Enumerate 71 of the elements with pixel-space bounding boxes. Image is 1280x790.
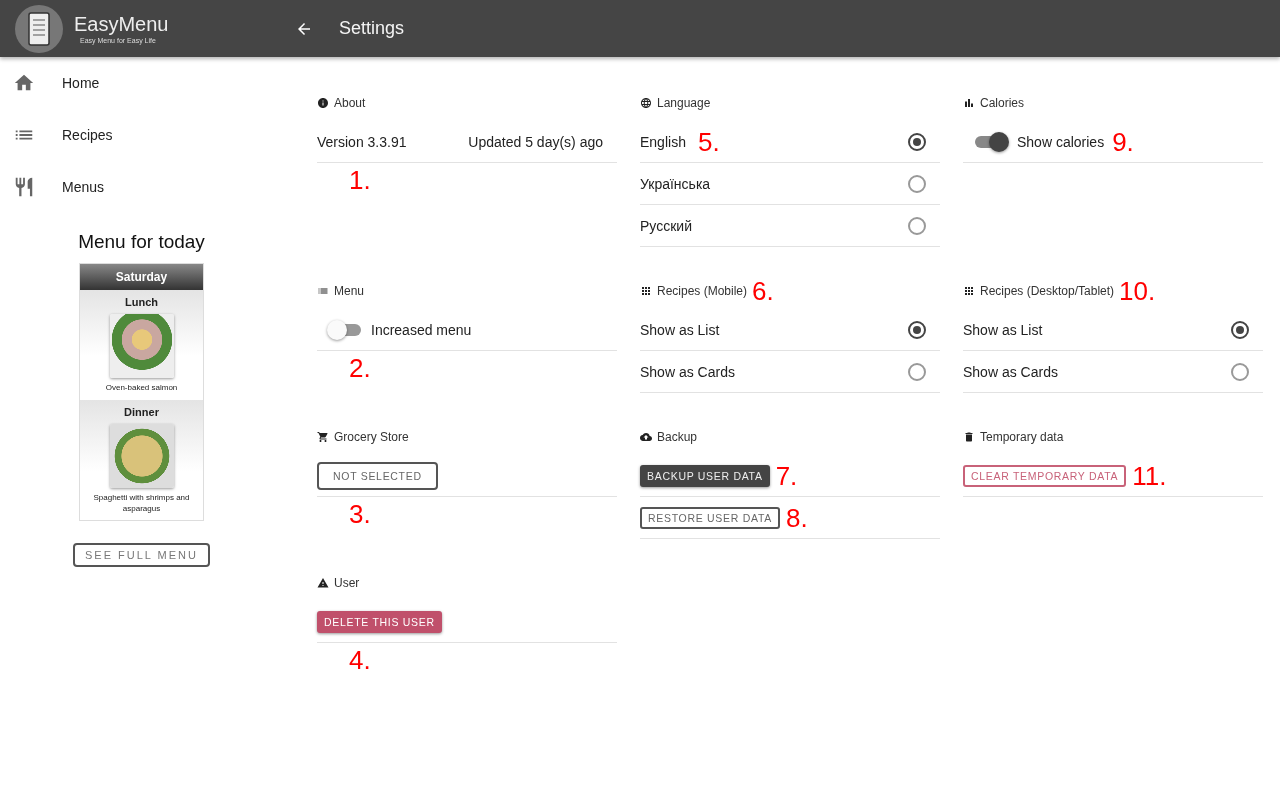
annotation-number: 5. [697, 128, 720, 155]
day-header: Saturday [80, 264, 203, 290]
menu-scroll-logo-icon [14, 3, 64, 54]
nav-item[interactable]: Menus [0, 161, 283, 213]
action-button[interactable]: BACKUP USER DATA [640, 464, 770, 487]
action-button[interactable]: RESTORE USER DATA [640, 506, 780, 529]
cart-icon [317, 431, 329, 443]
nav-item[interactable]: Recipes [0, 109, 283, 161]
globe-icon [640, 97, 652, 109]
photo-placeholder [109, 314, 174, 378]
menu-heading: Menu for today [78, 231, 205, 253]
app-name: EasyMenu [74, 13, 169, 36]
section-title: Menu [334, 284, 365, 298]
toggle-label: Increased menu [371, 321, 472, 338]
see-full-menu-button[interactable]: SEE FULL MENU [73, 543, 210, 568]
option-label: Show as Cards [640, 363, 735, 380]
annotation-number: 4. [349, 645, 371, 675]
annotation-number: 1. [349, 165, 371, 195]
section-title: Recipes (Mobile) [657, 284, 748, 298]
radio-button[interactable] [1231, 362, 1249, 381]
section-title: Calories [980, 96, 1024, 110]
radio-button[interactable] [908, 132, 926, 151]
meal-name: Dinner [124, 405, 159, 418]
grid-icon [640, 285, 652, 297]
section-title: About [334, 96, 366, 110]
dish-name: Spaghetti with shrimps and asparagus [92, 492, 191, 515]
section-title: Backup [657, 430, 698, 444]
bar-chart-icon [963, 97, 975, 109]
annotation-number: 7. [775, 462, 798, 489]
dish-name: Oven-baked salmon [105, 383, 178, 394]
section-title: User [334, 576, 360, 590]
toggle-label: Show calories [1017, 133, 1105, 150]
section-title: Language [657, 96, 711, 110]
updated-text: Updated 5 day(s) ago [468, 133, 603, 150]
page-title: Settings [339, 18, 405, 39]
section-title: Grocery Store [334, 430, 409, 444]
radio-button[interactable] [908, 362, 926, 381]
radio-button[interactable] [1231, 320, 1249, 339]
annotation-number: 6. [752, 278, 774, 304]
annotation-number: 8. [785, 504, 808, 531]
radio-button[interactable] [908, 216, 926, 235]
option-label: Русский [640, 217, 692, 234]
nav-item[interactable]: Home [0, 57, 283, 109]
toggle-switch[interactable] [973, 131, 1009, 152]
meal-name: Lunch [125, 296, 158, 308]
fork-knife-icon [13, 176, 35, 198]
annotation-number: 9. [1112, 128, 1134, 155]
info-icon [317, 97, 329, 109]
option-label: English [640, 133, 686, 150]
annotation-number: 2. [349, 353, 371, 383]
toggle-switch[interactable] [327, 319, 363, 340]
radio-button[interactable] [908, 320, 926, 339]
radio-button[interactable] [908, 174, 926, 193]
section-title: Recipes (Desktop/Tablet) [980, 284, 1115, 298]
annotation-number: 3. [349, 499, 371, 529]
action-button[interactable]: CLEAR TEMPORARY DATA [963, 464, 1127, 487]
version-text: Version 3.3.91 [317, 133, 407, 150]
option-label: Show as Cards [963, 363, 1058, 380]
photo-placeholder [109, 423, 174, 488]
trash-icon [963, 431, 975, 443]
option-label: Show as List [963, 321, 1043, 338]
warning-icon [317, 577, 329, 589]
action-button[interactable]: NOT SELECTED [317, 461, 438, 490]
action-button[interactable]: DELETE THIS USER [317, 610, 442, 633]
option-label: Українська [640, 175, 711, 192]
option-label: Show as List [640, 321, 720, 338]
section-title: Temporary data [980, 430, 1064, 444]
grid-icon [963, 285, 975, 297]
cloud-upload-icon [640, 431, 652, 443]
annotation-number: 10. [1119, 278, 1156, 304]
annotation-number: 11. [1132, 462, 1167, 489]
